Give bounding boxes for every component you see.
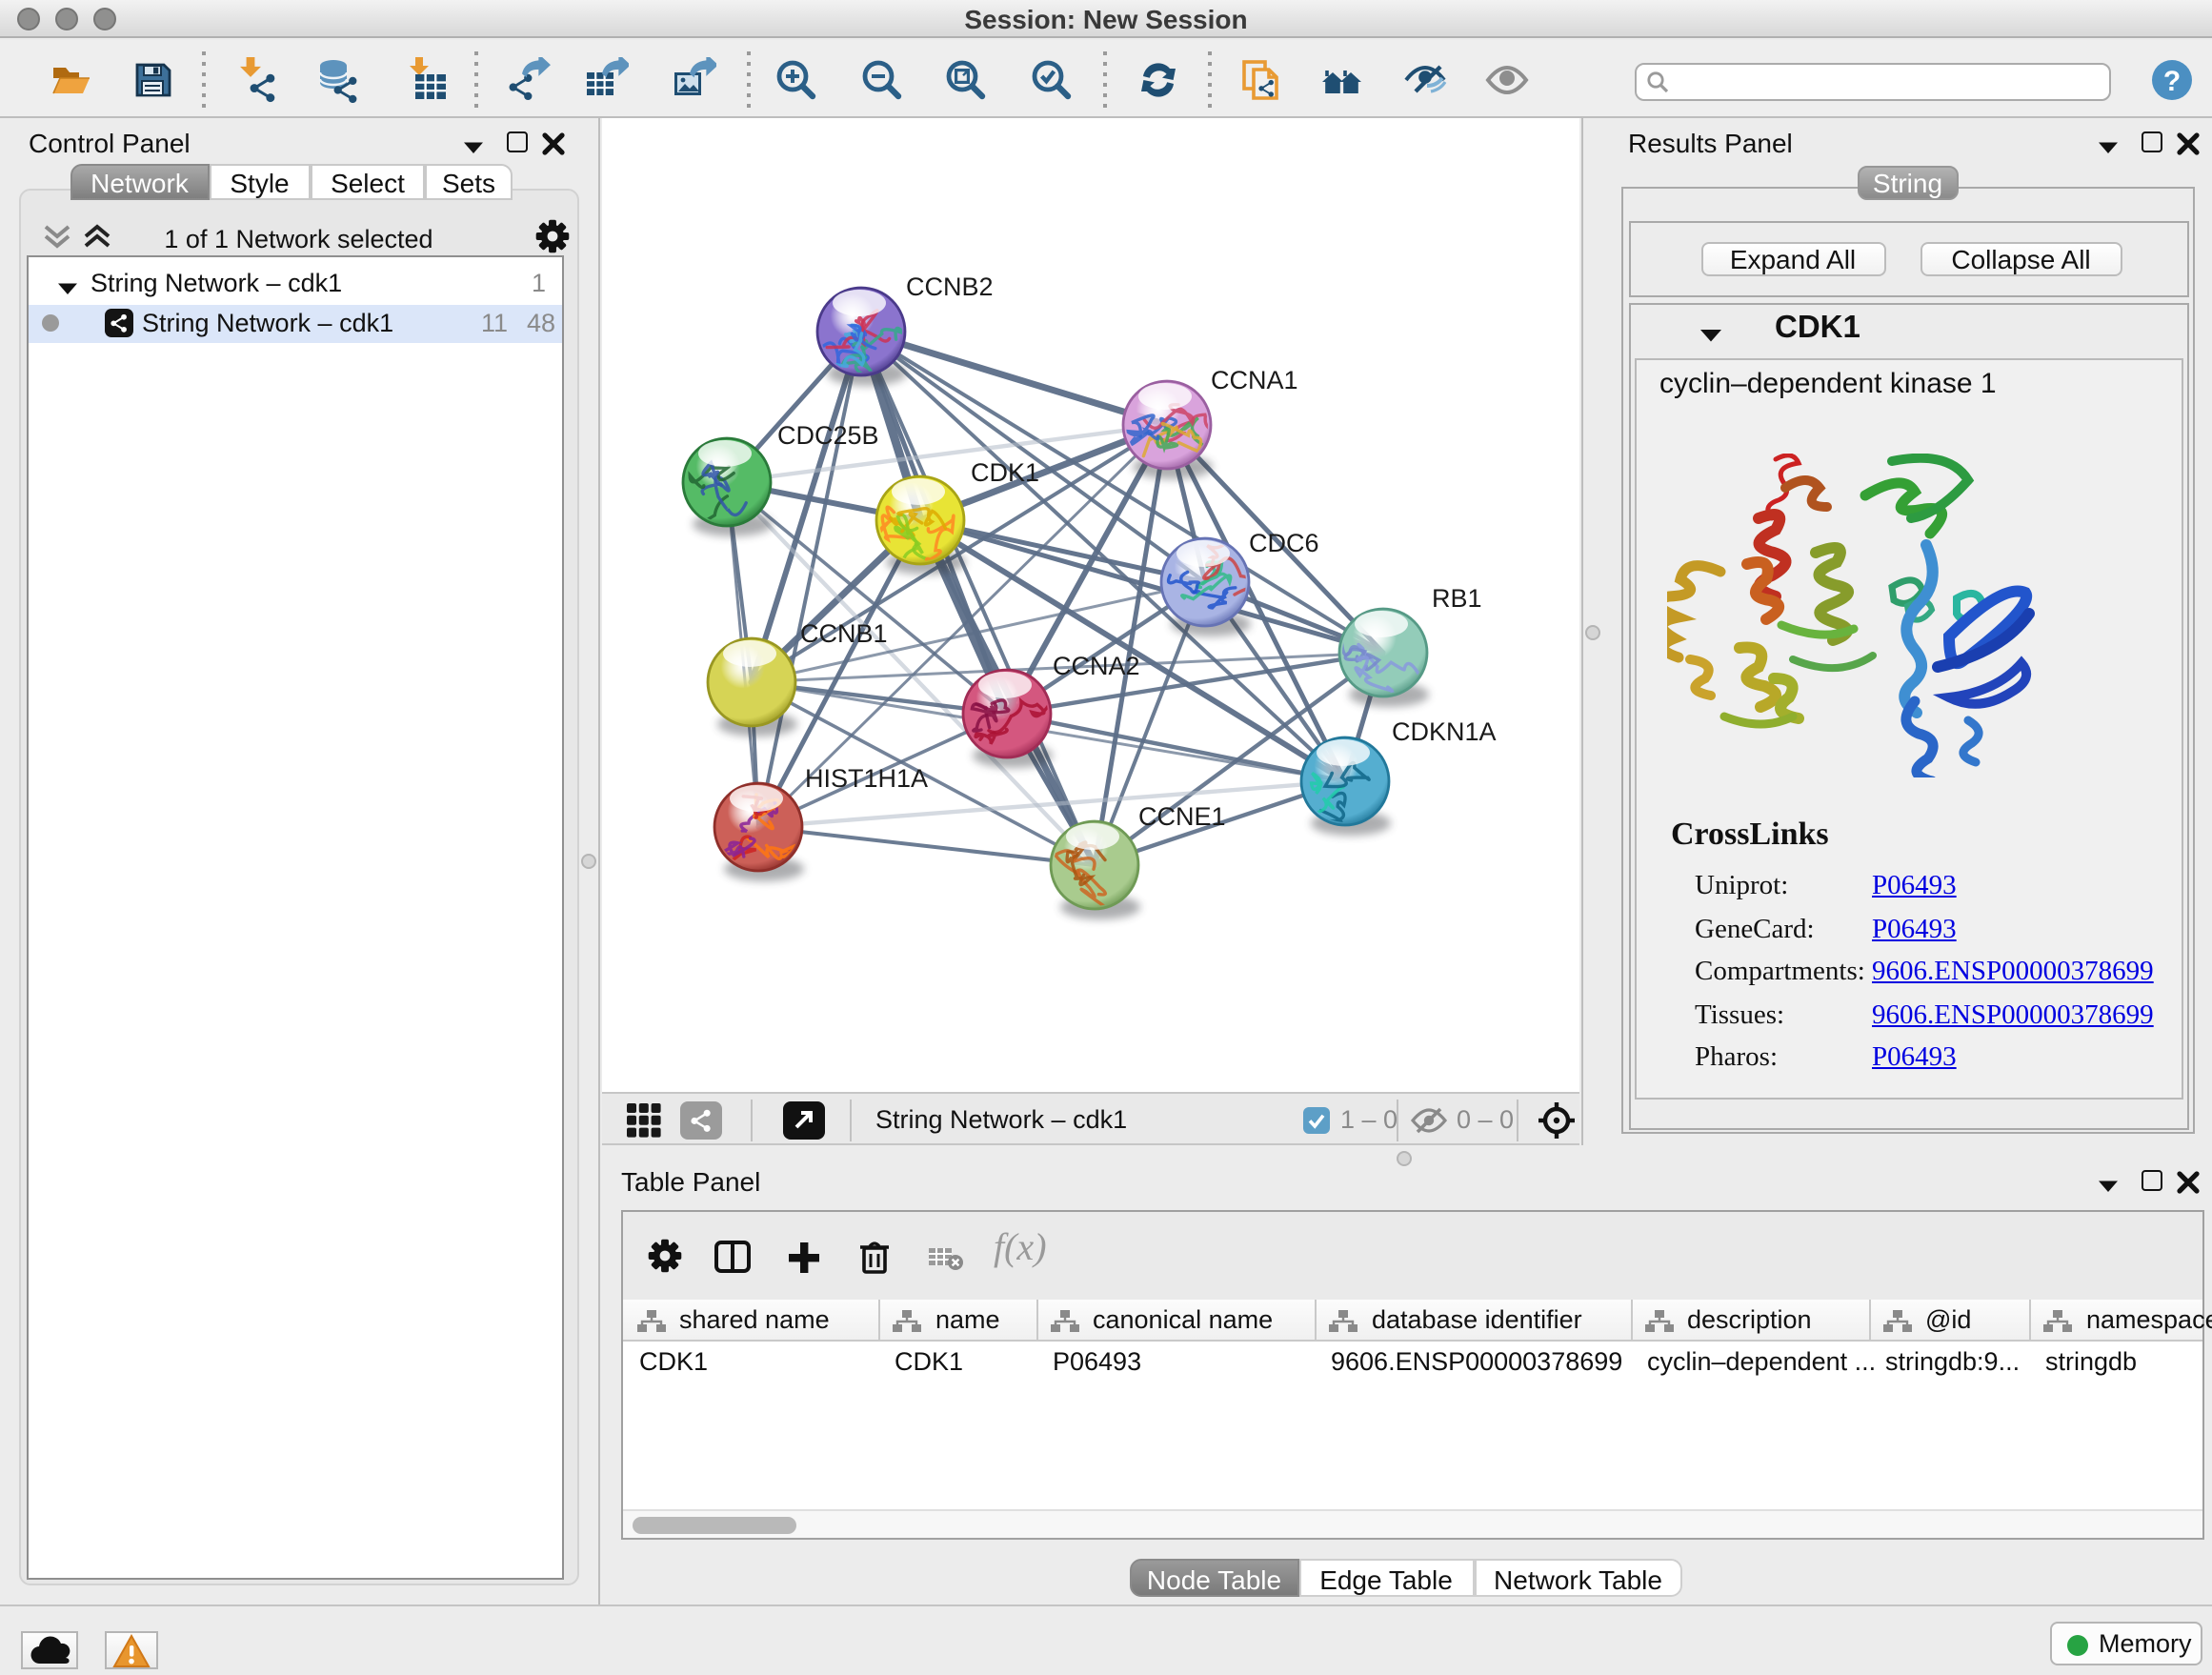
svg-text:?: ? bbox=[2163, 66, 2181, 97]
svg-text:CCNA2: CCNA2 bbox=[1052, 652, 1139, 680]
svg-text:CDKN1A: CDKN1A bbox=[1391, 717, 1496, 746]
svg-text:HIST1H1A: HIST1H1A bbox=[804, 764, 927, 793]
svg-text:CDC6: CDC6 bbox=[1248, 529, 1318, 557]
svg-text:CDC25B: CDC25B bbox=[776, 421, 878, 450]
svg-text:CCNA1: CCNA1 bbox=[1210, 366, 1297, 394]
svg-text:CDK1: CDK1 bbox=[970, 458, 1038, 487]
svg-text:CCNE1: CCNE1 bbox=[1137, 802, 1225, 831]
svg-text:RB1: RB1 bbox=[1431, 584, 1481, 613]
svg-text:CCNB1: CCNB1 bbox=[799, 619, 887, 648]
svg-text:CCNB2: CCNB2 bbox=[905, 272, 993, 301]
